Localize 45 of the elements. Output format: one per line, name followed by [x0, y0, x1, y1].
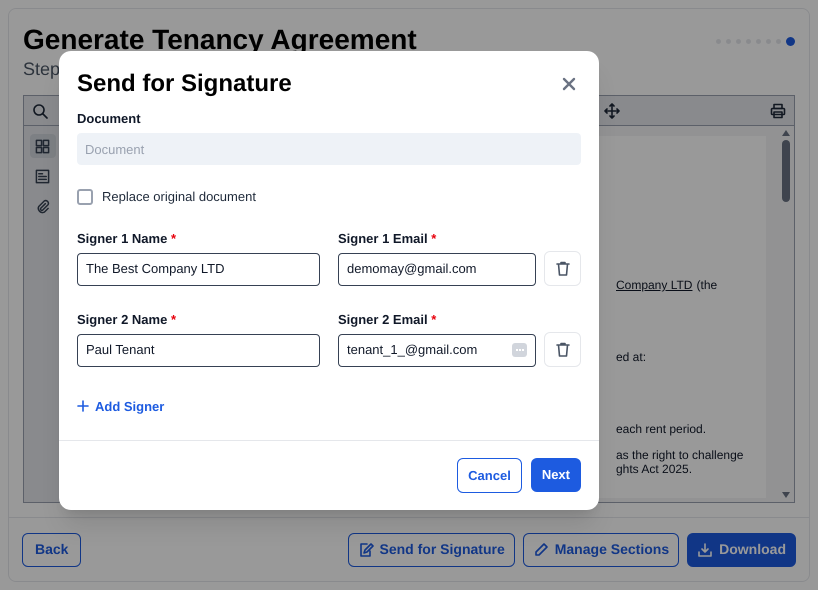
add-signer-link[interactable]: Add Signer [77, 396, 164, 416]
pencil-icon [532, 542, 549, 558]
document-text: (the [696, 278, 718, 292]
delete-button[interactable] [544, 332, 581, 366]
document-text: ed at: [616, 350, 646, 364]
step-subtitle: Step [23, 58, 62, 81]
download-icon [697, 542, 714, 558]
cancel-button[interactable]: Cancel [457, 458, 522, 493]
document-field[interactable]: Document [77, 133, 581, 165]
field-label: Signer 2 Name * [77, 310, 177, 328]
trash-icon [556, 260, 570, 276]
next-button[interactable]: Next [530, 458, 581, 492]
document-pen-icon [358, 542, 374, 558]
field-label: Document [77, 110, 142, 128]
trash-icon [556, 342, 570, 356]
scrollbar-thumb[interactable] [782, 140, 790, 202]
footer-button[interactable]: Download [687, 532, 796, 566]
page-title: Generate Tenancy Agreement [23, 23, 417, 57]
move-icon[interactable] [604, 102, 620, 118]
email-field[interactable]: tenant_1_@gmail.com [338, 334, 536, 366]
dialog-title: Send for Signature [77, 69, 292, 99]
field-label: Signer 1 Name * [77, 230, 177, 248]
field-label: Signer 1 Email * [338, 230, 438, 248]
scroll-down-arrow[interactable] [782, 492, 790, 498]
name-field[interactable]: The Best Company LTD [77, 252, 320, 286]
delete-button[interactable] [544, 250, 581, 286]
sidebar-tab[interactable] [30, 134, 56, 158]
close-icon [562, 77, 576, 91]
document-text: ghts Act 2025. [616, 462, 692, 476]
checkbox-label: Replace original document [102, 188, 256, 206]
outline-icon [35, 168, 50, 184]
checkbox[interactable] [77, 188, 93, 205]
thumbnails-icon [35, 138, 50, 154]
footer-button[interactable]: Manage Sections [522, 532, 680, 566]
paperclip-icon [35, 198, 50, 214]
name-field[interactable]: Paul Tenant [77, 334, 320, 366]
search-icon[interactable] [32, 102, 48, 118]
document-text: as the right to challenge [616, 448, 744, 462]
field-label: Signer 2 Email * [338, 310, 438, 328]
printer-icon[interactable] [770, 102, 786, 118]
email-field[interactable]: demomay@gmail.com [338, 252, 536, 286]
back-button[interactable]: Back [22, 532, 82, 566]
footer-button[interactable]: Send for Signature [348, 532, 515, 566]
document-text: each rent period. [616, 422, 706, 436]
plus-icon [77, 400, 89, 412]
